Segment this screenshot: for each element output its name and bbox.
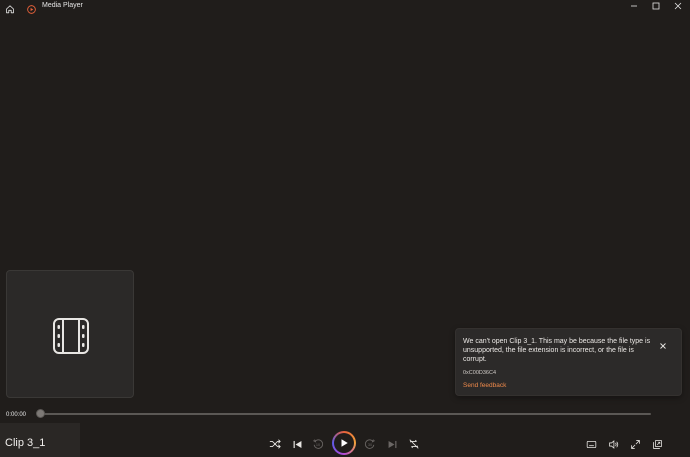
film-icon — [53, 318, 89, 354]
shuffle-button[interactable] — [268, 437, 282, 451]
close-icon — [674, 2, 682, 10]
clip-name: Clip 3_1 — [5, 437, 46, 449]
minimize-button[interactable] — [622, 0, 646, 12]
play-button-inner — [334, 433, 354, 453]
media-thumbnail — [6, 270, 134, 398]
forward-30-button[interactable]: 30 — [363, 437, 377, 451]
volume-icon — [608, 439, 618, 449]
svg-text:30: 30 — [368, 443, 372, 447]
miniplayer-icon — [652, 439, 662, 449]
expand-icon — [630, 439, 640, 449]
svg-text:10: 10 — [316, 443, 320, 447]
play-icon — [341, 439, 348, 447]
repeat-button[interactable] — [407, 437, 421, 451]
current-time: 0:00:00 — [6, 412, 27, 418]
shuffle-icon — [269, 439, 281, 449]
send-feedback-link[interactable]: Send feedback — [463, 382, 506, 390]
volume-button[interactable] — [606, 437, 620, 451]
captions-button[interactable] — [584, 437, 598, 451]
previous-button[interactable] — [290, 437, 304, 451]
close-window-button[interactable] — [666, 0, 690, 12]
error-message: We can't open Clip 3_1. This may be beca… — [463, 338, 651, 364]
error-notification: We can't open Clip 3_1. This may be beca… — [455, 328, 682, 396]
miniplayer-button[interactable] — [650, 437, 664, 451]
next-button[interactable] — [385, 437, 399, 451]
title-bar: Media Player — [0, 0, 690, 14]
skip-previous-icon — [293, 440, 301, 448]
fullscreen-button[interactable] — [628, 437, 642, 451]
forward-30-icon: 30 — [364, 439, 375, 449]
seek-handle[interactable] — [36, 409, 45, 418]
close-icon — [660, 343, 666, 349]
maximize-button[interactable] — [644, 0, 668, 12]
app-title: Media Player — [42, 2, 83, 9]
seek-bar[interactable] — [40, 413, 651, 415]
error-code: 0xC00D36C4 — [463, 370, 497, 376]
skip-next-icon — [388, 440, 396, 448]
repeat-off-icon — [409, 439, 419, 449]
play-button[interactable] — [332, 431, 356, 455]
dismiss-notification-button[interactable] — [658, 338, 668, 349]
media-player-logo-icon — [27, 1, 36, 14]
rewind-10-button[interactable]: 10 — [311, 437, 325, 451]
minimize-icon — [631, 5, 637, 7]
maximize-icon — [652, 2, 660, 10]
captions-icon — [586, 440, 596, 448]
rewind-10-icon: 10 — [313, 439, 324, 449]
home-icon[interactable] — [5, 1, 15, 14]
